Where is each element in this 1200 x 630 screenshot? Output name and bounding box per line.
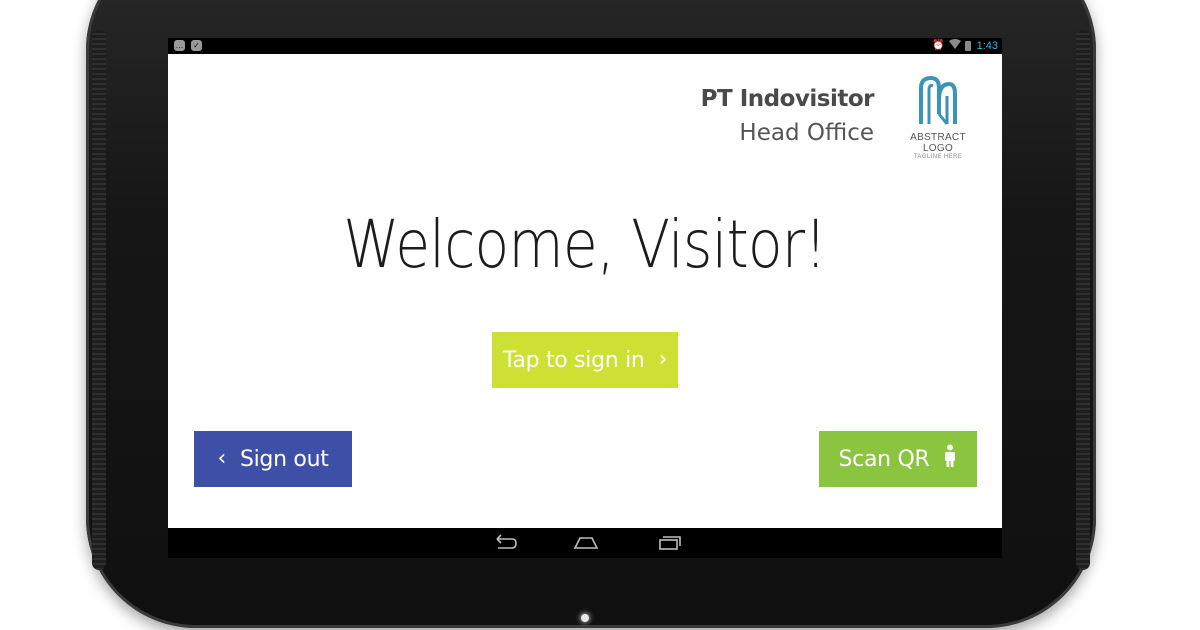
tablet-screen: … ✓ ⏰ 1:43 PT Indovisitor Head Office AB… [168,38,1002,558]
logo-tagline: TAGLINE HERE [913,154,963,160]
home-icon[interactable] [571,532,601,554]
logo-text: ABSTRACT LOGO [910,132,966,154]
back-icon[interactable] [488,532,518,554]
person-icon [943,444,957,474]
company-branch: Head Office [739,120,874,146]
sign-out-label: Sign out [239,446,329,472]
status-time: 1:43 [976,39,998,52]
welcome-text: Welcome, Visitor! [343,206,828,283]
wifi-icon [948,39,961,52]
chevron-left-icon: ‹ [217,446,226,471]
abstract-logo-icon [919,75,957,125]
status-bar: … ✓ ⏰ 1:43 [168,38,1002,54]
chat-notification-icon: … [174,40,185,51]
company-name: PT Indovisitor [700,86,875,112]
company-logo: ABSTRACT LOGO TAGLINE HERE [896,74,980,164]
sign-in-label: Tap to sign in [502,347,645,373]
recent-apps-icon[interactable] [654,532,684,554]
notification-light [581,614,589,622]
sign-in-button[interactable]: Tap to sign in › [492,332,678,388]
navigation-bar [168,528,1002,558]
stage: … ✓ ⏰ 1:43 PT Indovisitor Head Office AB… [0,0,1200,630]
notification-area[interactable]: … ✓ [174,40,202,51]
system-tray[interactable]: ⏰ 1:43 [932,39,998,52]
checkbox-notification-icon: ✓ [191,40,202,51]
scan-qr-button[interactable]: Scan QR [819,431,977,487]
scan-qr-label: Scan QR [838,446,930,472]
welcome-heading: Welcome, Visitor! [168,206,1002,283]
battery-icon [964,40,971,51]
right-speaker-grille [1076,30,1090,570]
left-speaker-grille [92,30,106,570]
chevron-right-icon: › [658,347,668,372]
company-header: PT Indovisitor Head Office [700,86,875,146]
alarm-icon: ⏰ [932,40,945,51]
sign-out-button[interactable]: ‹ Sign out [194,431,352,487]
